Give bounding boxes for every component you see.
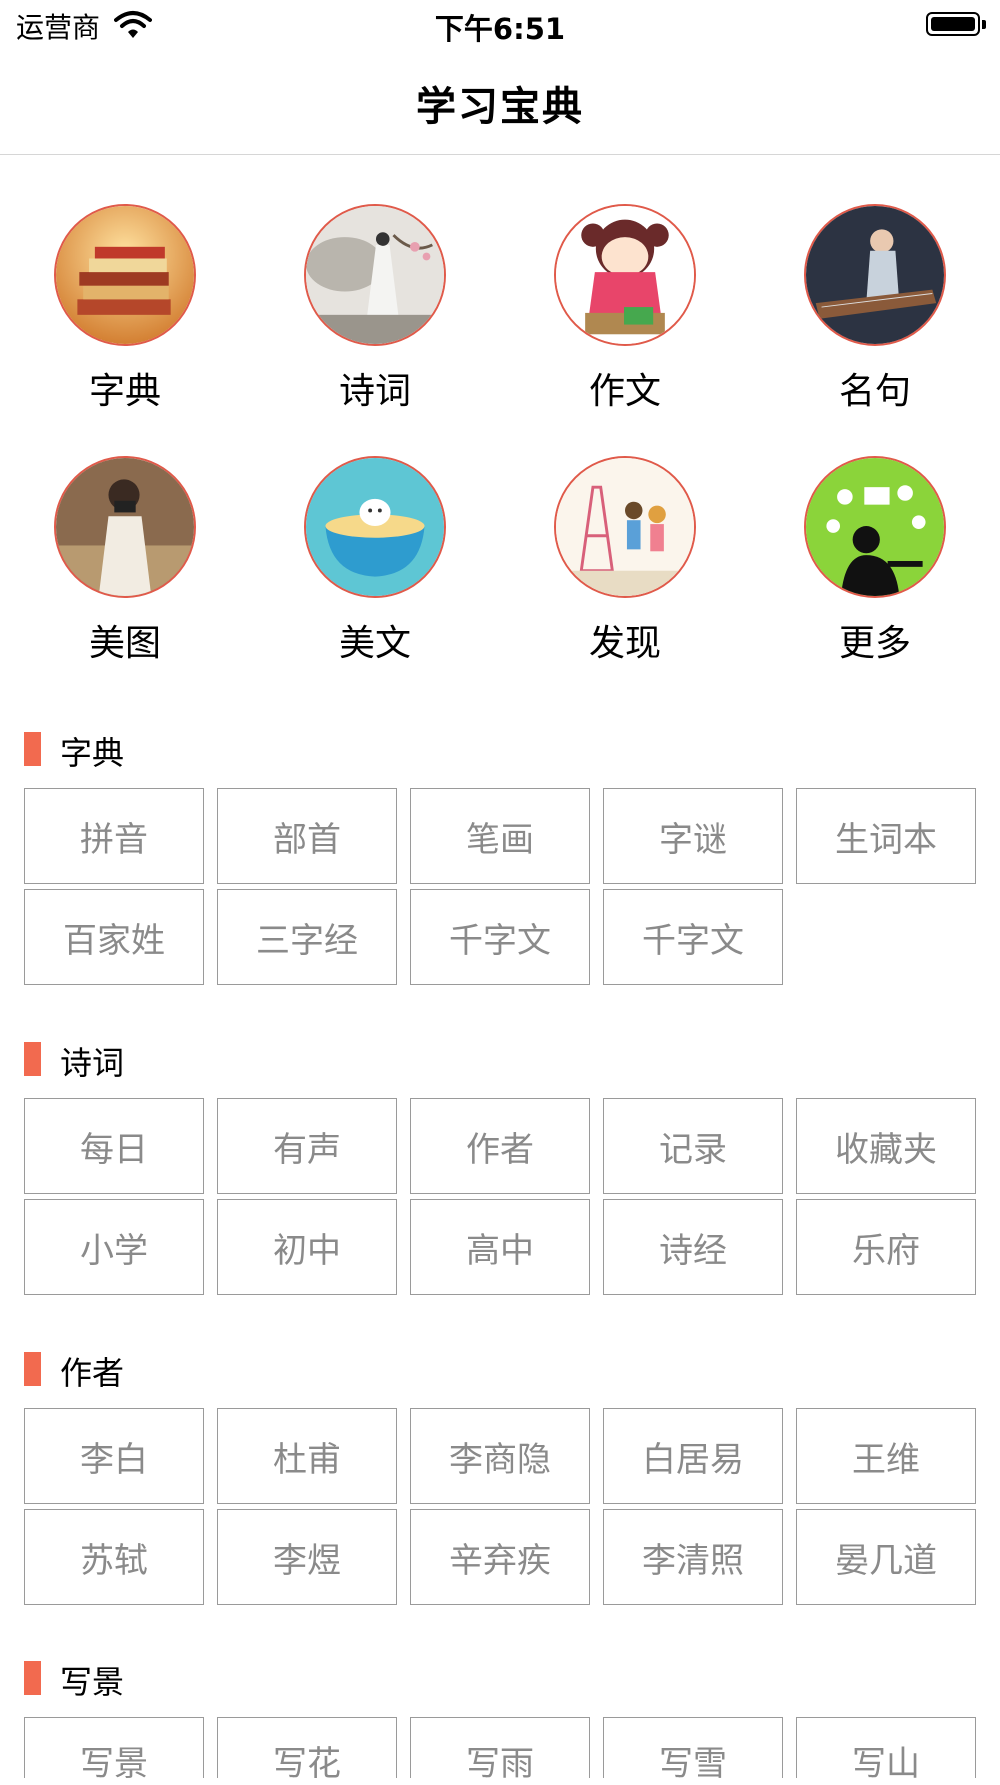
button-flowers[interactable]: 写花 [217,1717,397,1784]
section-accent-bar [24,1352,41,1386]
travel-couple-icon [554,456,696,598]
grid-label: 更多 [838,623,911,664]
button-book-of-songs[interactable]: 诗经 [603,1199,783,1295]
button-rain[interactable]: 写雨 [410,1717,590,1784]
button-mountains[interactable]: 写山 [796,1717,976,1784]
button-author[interactable]: 苏轼 [24,1509,204,1605]
grid-item-discover[interactable]: 发现 [500,456,750,686]
grid-label: 字典 [88,371,161,412]
button-author[interactable]: 王维 [796,1408,976,1504]
grid-item-composition[interactable]: 作文 [500,204,750,434]
grid-label: 美图 [88,623,161,664]
page-title: 学习宝典 [416,84,584,130]
study-silhouette-icon [804,456,946,598]
button-yuefu[interactable]: 乐府 [796,1199,976,1295]
grid-item-dictionary[interactable]: 字典 [0,204,250,434]
battery-icon [926,12,980,36]
button-strokes[interactable]: 笔画 [410,788,590,884]
section-accent-bar [24,732,41,766]
button-authors[interactable]: 作者 [410,1098,590,1194]
button-thousand-character-classic[interactable]: 千字文 [410,889,590,985]
button-author[interactable]: 晏几道 [796,1509,976,1605]
button-primary-school[interactable]: 小学 [24,1199,204,1295]
guzheng-player-icon [804,204,946,346]
grid-item-poetry[interactable]: 诗词 [250,204,500,434]
button-author[interactable]: 李白 [24,1408,204,1504]
poet-painting-icon [304,204,446,346]
grid-label: 发现 [588,623,661,664]
photographer-girl-icon [54,456,196,598]
button-senior-high[interactable]: 高中 [410,1199,590,1295]
grid-item-quotes[interactable]: 名句 [750,204,1000,434]
grid-label: 美文 [338,623,411,664]
button-pinyin[interactable]: 拼音 [24,788,204,884]
button-vocabulary[interactable]: 生词本 [796,788,976,884]
grid-label: 名句 [838,371,911,412]
section-title: 字典 [60,734,125,772]
status-time: 下午6:51 [434,12,566,46]
button-author[interactable]: 李清照 [603,1509,783,1605]
button-author[interactable]: 李商隐 [410,1408,590,1504]
button-surnames[interactable]: 百家姓 [24,889,204,985]
section-title: 诗词 [60,1044,125,1082]
button-author[interactable]: 白居易 [603,1408,783,1504]
books-icon [54,204,196,346]
button-radical[interactable]: 部首 [217,788,397,884]
button-history[interactable]: 记录 [603,1098,783,1194]
button-riddles[interactable]: 字谜 [603,788,783,884]
button-snow[interactable]: 写雪 [603,1717,783,1784]
button-author[interactable]: 李煜 [217,1509,397,1605]
battery-cap [982,20,986,29]
grid-item-photos[interactable]: 美图 [0,456,250,686]
section-title: 作者 [60,1354,125,1392]
button-author[interactable]: 辛弃疾 [410,1509,590,1605]
section-title: 写景 [60,1663,125,1701]
reading-girl-icon [554,204,696,346]
grid-label: 诗词 [338,371,411,412]
button-thousand-character-classic-2[interactable]: 千字文 [603,889,783,985]
navigation-bar: 学习宝典 [0,50,1000,155]
button-author[interactable]: 杜甫 [217,1408,397,1504]
grid-label: 作文 [588,371,661,412]
grid-item-more[interactable]: 更多 [750,456,1000,686]
status-bar: 运营商 下午6:51 [0,0,1000,50]
button-junior-high[interactable]: 初中 [217,1199,397,1295]
button-three-character-classic[interactable]: 三字经 [217,889,397,985]
section-accent-bar [24,1661,41,1695]
button-audio[interactable]: 有声 [217,1098,397,1194]
button-favorites[interactable]: 收藏夹 [796,1098,976,1194]
section-accent-bar [24,1042,41,1076]
bath-bowl-icon [304,456,446,598]
button-daily[interactable]: 每日 [24,1098,204,1194]
button-scenery[interactable]: 写景 [24,1717,204,1784]
grid-item-articles[interactable]: 美文 [250,456,500,686]
